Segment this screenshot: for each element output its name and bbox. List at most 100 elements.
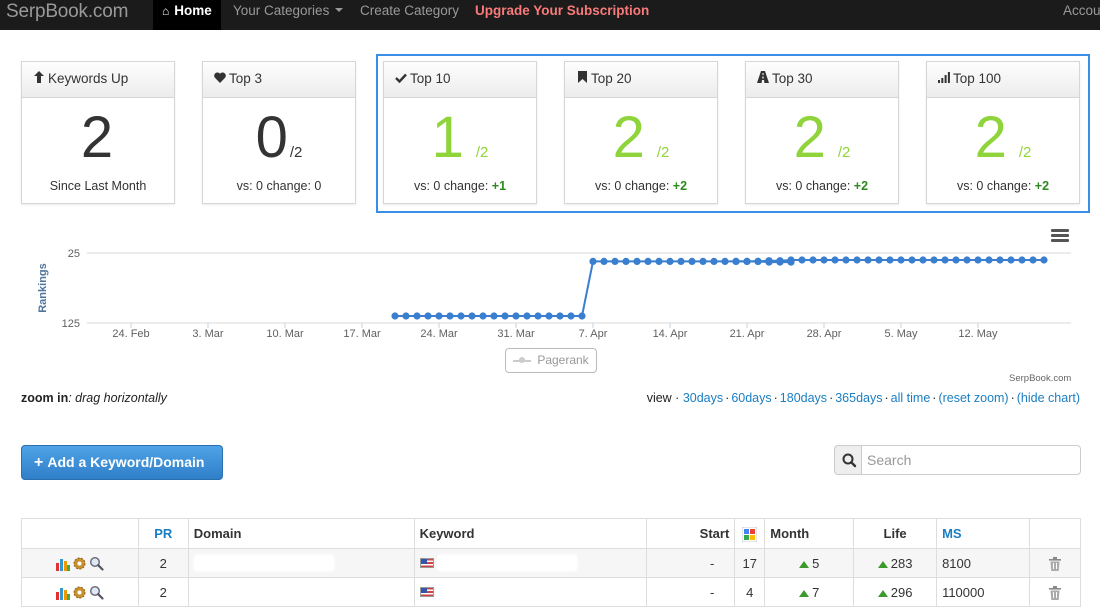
stat-title-text: Top 3 — [229, 71, 263, 86]
legend-pagerank[interactable]: Pagerank — [505, 348, 597, 373]
col-domain[interactable]: Domain — [187, 518, 415, 549]
row-delete[interactable] — [1028, 548, 1082, 578]
gear-icon[interactable] — [72, 556, 87, 571]
series-point — [886, 256, 894, 264]
add-keyword-button[interactable]: + Add a Keyword/Domain — [21, 445, 223, 480]
series-point — [391, 312, 399, 320]
series-point — [732, 257, 740, 265]
series-point — [787, 256, 795, 264]
series-point — [457, 312, 465, 320]
col-ms[interactable]: MS — [936, 518, 1030, 549]
series-point — [985, 256, 993, 264]
x-tick-label: 31. Mar — [497, 328, 535, 340]
x-tick-label: 21. Apr — [730, 328, 765, 340]
series-point — [413, 312, 421, 320]
series-point — [589, 257, 597, 265]
gear-icon[interactable] — [72, 585, 87, 600]
series-point — [974, 256, 982, 264]
nav-upgrade-subscription[interactable]: Upgrade Your Subscription — [475, 0, 649, 30]
plus-icon: + — [34, 454, 44, 471]
view-link-60days[interactable]: 60days — [731, 391, 771, 405]
series-point — [490, 312, 498, 320]
redacted-keyword — [437, 555, 578, 572]
series-point — [578, 312, 586, 320]
magnifier-icon[interactable] — [89, 585, 104, 600]
top-navbar: SerpBook.com ⌂ Home Your Categories Creat… — [0, 0, 1100, 30]
view-link-hide-chart[interactable]: (hide chart) — [1017, 391, 1080, 405]
redacted-domain — [193, 555, 334, 572]
col-pr[interactable]: PR — [137, 518, 189, 549]
up-arrow-icon — [877, 560, 888, 568]
x-tick-label: 5. May — [884, 328, 918, 340]
stat-box-keywords-up: Keywords Up 2 Since Last Month — [21, 61, 175, 204]
series-point — [556, 312, 564, 320]
series-point — [545, 312, 553, 320]
series-point — [864, 256, 872, 264]
col-start[interactable]: Start — [646, 518, 736, 549]
row-keyword[interactable] — [413, 548, 648, 578]
x-tick-label: 14. Apr — [653, 328, 688, 340]
view-link-reset-zoom[interactable]: (reset zoom) — [938, 391, 1008, 405]
row-google-rank: 4 — [734, 577, 766, 607]
view-label: view · — [646, 391, 683, 405]
col-month[interactable]: Month — [764, 518, 855, 549]
series-point — [633, 257, 641, 265]
search-addon[interactable] — [834, 445, 863, 475]
row-domain[interactable] — [187, 548, 415, 578]
row-pr: 2 — [137, 548, 189, 578]
col-keyword[interactable]: Keyword — [413, 518, 648, 549]
series-point — [688, 257, 696, 265]
nav-your-categories[interactable]: Your Categories — [233, 0, 344, 30]
x-tick-label: 10. Mar — [266, 328, 304, 340]
series-point — [600, 257, 608, 265]
legend-label: Pagerank — [537, 353, 589, 367]
series-point — [446, 312, 454, 320]
row-month: 5 — [764, 548, 855, 578]
nav-create-category[interactable]: Create Category — [360, 0, 459, 30]
highlight-frame — [376, 54, 1090, 213]
y-tick-label: 125 — [62, 318, 80, 330]
view-link-30days[interactable]: 30days — [683, 391, 723, 405]
nav-account[interactable]: Accou — [1063, 0, 1100, 30]
x-tick-label: 12. May — [958, 328, 998, 340]
stat-title: Top 3 — [203, 62, 355, 98]
us-flag-icon — [419, 587, 434, 598]
trash-icon[interactable] — [1048, 556, 1061, 571]
series-point — [677, 257, 685, 265]
stat-value: 0/2 — [203, 106, 355, 185]
row-life-value: 283 — [890, 555, 913, 571]
brand-logo[interactable]: SerpBook.com — [6, 1, 128, 23]
series-point — [1018, 256, 1026, 264]
x-tick-label: 24. Feb — [112, 328, 149, 340]
bar-chart-icon[interactable] — [55, 586, 70, 600]
series-point — [534, 312, 542, 320]
stat-value-denominator: /2 — [289, 144, 303, 161]
trash-icon[interactable] — [1048, 585, 1061, 600]
col-tools — [21, 518, 139, 549]
series-point — [699, 257, 707, 265]
view-link-all-time[interactable]: all time — [891, 391, 931, 405]
zoom-hint-label: zoom in — [21, 391, 69, 405]
stat-footer: Since Last Month — [22, 179, 174, 193]
col-google[interactable] — [734, 518, 766, 549]
nav-home[interactable]: ⌂ Home — [153, 0, 221, 30]
y-axis-title: Rankings — [37, 263, 49, 313]
series-point — [567, 312, 575, 320]
row-delete[interactable] — [1028, 577, 1082, 607]
stat-value-number: 2 — [80, 105, 114, 170]
stat-title-text: Keywords Up — [48, 71, 129, 86]
row-domain[interactable] — [187, 577, 415, 607]
bar-chart-icon[interactable] — [55, 557, 70, 571]
series-point — [1040, 256, 1048, 264]
magnifier-icon[interactable] — [89, 556, 104, 571]
series-point — [952, 256, 960, 264]
col-life[interactable]: Life — [853, 518, 938, 549]
home-icon: ⌂ — [162, 4, 170, 18]
row-keyword[interactable] — [413, 577, 648, 607]
row-google-rank: 17 — [734, 548, 766, 578]
view-link-365days[interactable]: 365days — [835, 391, 882, 405]
chart-credit[interactable]: SerpBook.com — [1009, 373, 1071, 384]
search-input[interactable] — [861, 445, 1081, 475]
view-link-180days[interactable]: 180days — [780, 391, 827, 405]
row-tools — [21, 577, 139, 607]
